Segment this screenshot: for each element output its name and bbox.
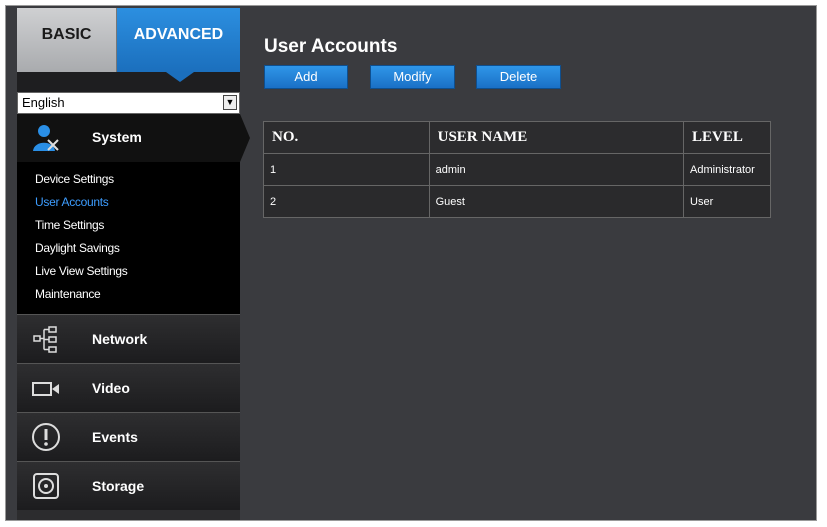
sidebar-item-time-settings[interactable]: Time Settings <box>35 218 104 232</box>
sidebar-item-maintenance[interactable]: Maintenance <box>35 287 101 301</box>
sidebar-network-label: Network <box>92 331 148 347</box>
column-header-user-name: USER NAME <box>428 121 685 154</box>
sidebar-section-video[interactable]: Video <box>17 363 240 412</box>
cell-no: 2 <box>263 185 430 218</box>
sidebar-storage-label: Storage <box>92 478 145 494</box>
cell-level: User <box>683 185 771 218</box>
tab-basic[interactable]: BASIC <box>17 8 117 72</box>
language-select[interactable]: English ▼ <box>17 92 240 114</box>
language-select-value: English <box>22 95 65 110</box>
active-tab-indicator <box>166 72 194 82</box>
cell-user-name: admin <box>428 153 685 186</box>
sidebar-system-label: System <box>92 129 142 145</box>
table-row[interactable]: 2 Guest User <box>263 185 771 218</box>
modify-button[interactable]: Modify <box>370 65 455 89</box>
add-button[interactable]: Add <box>264 65 348 89</box>
sidebar: BASIC ADVANCED English ▼ System Device S… <box>17 8 250 520</box>
sidebar-section-pointer <box>240 114 250 162</box>
sidebar-item-device-settings[interactable]: Device Settings <box>35 172 114 186</box>
sidebar-item-daylight-savings[interactable]: Daylight Savings <box>35 241 120 255</box>
cell-no: 1 <box>263 153 430 186</box>
chevron-down-icon[interactable]: ▼ <box>223 95 237 110</box>
sidebar-item-user-accounts[interactable]: User Accounts <box>35 195 109 209</box>
sidebar-section-events[interactable]: Events <box>17 412 240 461</box>
cell-level: Administrator <box>683 153 771 186</box>
storage-disk-icon <box>31 471 61 501</box>
system-submenu: Device Settings User Accounts Time Setti… <box>17 162 240 314</box>
sidebar-video-label: Video <box>92 380 130 396</box>
delete-button[interactable]: Delete <box>476 65 561 89</box>
exclamation-icon <box>31 422 61 452</box>
page-title: User Accounts <box>264 36 398 57</box>
tab-advanced[interactable]: ADVANCED <box>117 8 240 72</box>
sidebar-section-storage[interactable]: Storage <box>17 461 240 510</box>
sidebar-section-network[interactable]: Network <box>17 314 240 363</box>
sidebar-events-label: Events <box>92 429 138 445</box>
cell-user-name: Guest <box>428 185 685 218</box>
sidebar-item-live-view-settings[interactable]: Live View Settings <box>35 264 128 278</box>
mode-tabs: BASIC ADVANCED <box>17 8 240 92</box>
table-row[interactable]: 1 admin Administrator <box>263 153 771 186</box>
column-header-level: LEVEL <box>683 121 771 154</box>
video-camera-icon <box>31 374 61 404</box>
column-header-no: NO. <box>263 121 430 154</box>
network-icon <box>31 324 61 354</box>
system-user-icon <box>31 123 61 153</box>
sidebar-section-system[interactable]: System <box>17 114 240 162</box>
user-accounts-table: NO. USER NAME LEVEL 1 admin Administrato… <box>263 121 771 218</box>
table-header-row: NO. USER NAME LEVEL <box>263 121 771 154</box>
